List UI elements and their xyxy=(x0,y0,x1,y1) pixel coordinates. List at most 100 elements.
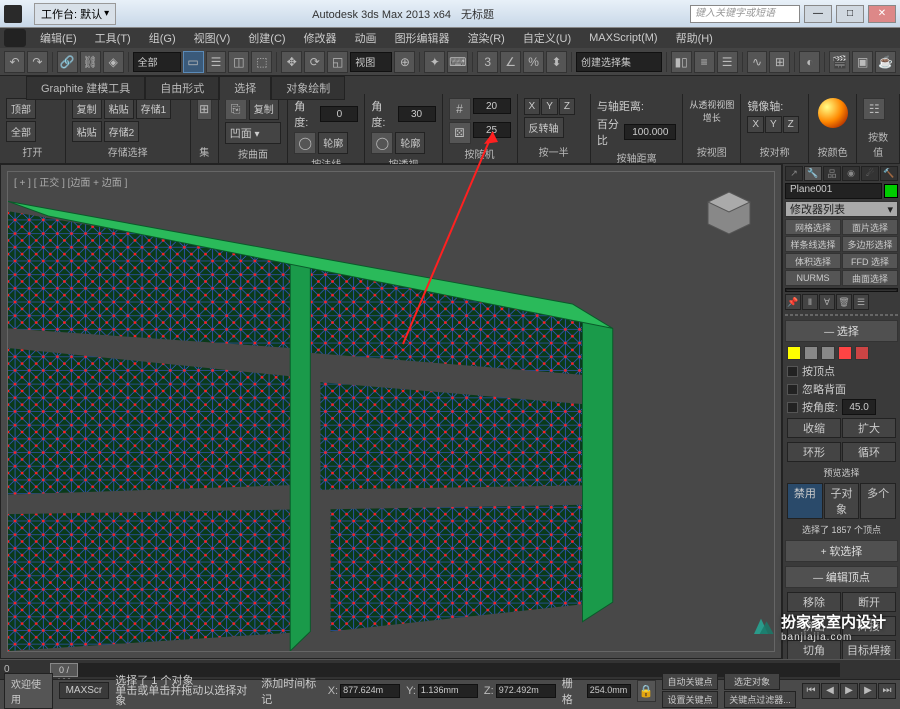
menu-customize[interactable]: 自定义(U) xyxy=(515,28,579,48)
app-icon[interactable] xyxy=(4,5,22,23)
layers-button[interactable]: ☰ xyxy=(717,51,738,73)
menu-rendering[interactable]: 渲染(R) xyxy=(460,28,513,48)
goto-end-icon[interactable]: ⏭ xyxy=(878,683,896,699)
rotate-button[interactable]: ⟳ xyxy=(304,51,325,73)
undo-button[interactable]: ↶ xyxy=(4,51,25,73)
viewport[interactable]: [ + ] [ 正交 ] [边面 + 边面 ] xyxy=(0,164,782,659)
manipulate-button[interactable]: ✦ xyxy=(424,51,445,73)
paste-button[interactable]: 粘贴 xyxy=(104,98,134,119)
store1-button[interactable]: 存储1 xyxy=(136,98,172,119)
snap-button[interactable]: 3 xyxy=(477,51,498,73)
modifier-list-dropdown[interactable]: 修改器列表▾ xyxy=(785,201,898,217)
vol-select-btn[interactable]: 体积选择 xyxy=(785,253,841,269)
workspace-dropdown[interactable]: 工作台: 默认 ▾ xyxy=(34,3,116,25)
render-button[interactable]: ☕ xyxy=(875,51,896,73)
menu-animation[interactable]: 动画 xyxy=(347,28,385,48)
outline2-btn[interactable]: 轮廓 xyxy=(395,132,425,154)
menu-create[interactable]: 创建(C) xyxy=(240,28,293,48)
viewport-label[interactable]: [ + ] [ 正交 ] [边面 + 边面 ] xyxy=(14,174,127,189)
remove-btn[interactable]: 移除 xyxy=(787,592,841,612)
rand-icon[interactable]: ⚄ xyxy=(449,122,471,144)
surface-sel-btn[interactable]: 曲面选择 xyxy=(842,270,898,286)
app-menu-icon[interactable] xyxy=(4,29,26,47)
store2-button[interactable]: 存储2 xyxy=(104,121,140,142)
hierarchy-tab[interactable]: 品 xyxy=(823,166,841,181)
preview-multi-btn[interactable]: 多个 xyxy=(860,483,896,519)
percent-input[interactable] xyxy=(624,124,676,140)
half-x[interactable]: X xyxy=(524,98,541,115)
keyfilter-btn[interactable]: 关键点过滤器... xyxy=(724,691,796,708)
random-input-2[interactable] xyxy=(473,122,511,138)
render-frame-button[interactable]: ▣ xyxy=(852,51,873,73)
goto-start-icon[interactable]: ⏮ xyxy=(802,683,820,699)
setkey-btn[interactable]: 设置关键点 xyxy=(662,691,718,708)
keyboard-button[interactable]: ⌨ xyxy=(447,51,468,73)
selection-filter[interactable]: 全部 xyxy=(133,52,181,72)
angle-snap-button[interactable]: ∠ xyxy=(500,51,521,73)
hash-icon[interactable]: # xyxy=(449,98,471,120)
angle-input-1[interactable] xyxy=(320,106,358,122)
paste2-button[interactable]: 粘贴 xyxy=(72,121,102,142)
weld-btn[interactable]: 焊接 xyxy=(842,616,896,636)
move-button[interactable]: ✥ xyxy=(281,51,302,73)
select-region-button[interactable]: ◫ xyxy=(228,51,249,73)
select-name-button[interactable]: ☰ xyxy=(206,51,227,73)
unique-icon[interactable]: ∀ xyxy=(819,294,835,310)
menu-modifiers[interactable]: 修改器 xyxy=(296,28,345,48)
sym-z[interactable]: Z xyxy=(783,116,799,133)
configure-icon[interactable]: ☰ xyxy=(853,294,869,310)
close-button[interactable]: ✕ xyxy=(868,5,896,23)
editvert-rollout[interactable]: — 编辑顶点 xyxy=(785,566,898,588)
curve-editor-button[interactable]: ∿ xyxy=(747,51,768,73)
unlink-button[interactable]: ⛓ xyxy=(80,51,101,73)
target-weld-btn[interactable]: 目标焊接 xyxy=(842,640,896,660)
ribbon-tab-select[interactable]: 选择 xyxy=(219,76,271,100)
all-button[interactable]: 全部 xyxy=(6,121,36,142)
named-selection-set[interactable]: 创建选择集 xyxy=(576,52,662,72)
border-mode-icon[interactable] xyxy=(821,346,835,360)
material-editor-button[interactable]: ◐ xyxy=(799,51,820,73)
sets-icon[interactable]: ⊞ xyxy=(197,98,212,120)
minimize-button[interactable]: — xyxy=(804,5,832,23)
loop-btn[interactable]: 循环 xyxy=(842,442,896,462)
break-btn[interactable]: 断开 xyxy=(842,592,896,612)
maxscript-tab[interactable]: MAXScr xyxy=(59,682,110,699)
flip-axis-btn[interactable]: 反转轴 xyxy=(524,117,564,138)
time-slider[interactable]: 0 / 100 xyxy=(50,663,78,677)
sym-y[interactable]: Y xyxy=(765,116,782,133)
ribbon-tab-graphite[interactable]: Graphite 建模工具 xyxy=(26,76,145,100)
pivot-button[interactable]: ⊕ xyxy=(394,51,415,73)
play-icon[interactable]: ▶ xyxy=(840,683,858,699)
utilities-tab[interactable]: 🔨 xyxy=(880,166,898,181)
poly-select-btn[interactable]: 多边形选择 xyxy=(842,236,898,252)
softsel-rollout[interactable]: + 软选择 xyxy=(785,540,898,562)
render-setup-button[interactable]: 🎬 xyxy=(829,51,850,73)
menu-group[interactable]: 组(G) xyxy=(141,28,184,48)
remove-mod-icon[interactable]: 🗑 xyxy=(836,294,852,310)
angle-val-input[interactable] xyxy=(842,399,876,415)
vertex-mode-icon[interactable] xyxy=(787,346,801,360)
modify-tab[interactable]: 🔧 xyxy=(804,166,822,181)
percent-snap-button[interactable]: % xyxy=(523,51,544,73)
object-name-input[interactable]: Plane001 xyxy=(785,183,882,199)
ribbon-tab-freeform[interactable]: 自由形式 xyxy=(145,76,219,100)
numeric-icon[interactable]: ☷ xyxy=(863,98,885,120)
top-button[interactable]: 顶部 xyxy=(6,98,36,119)
by-vertex-checkbox[interactable] xyxy=(787,366,798,377)
coord-y[interactable]: 1.136mm xyxy=(418,684,478,698)
object-color-swatch[interactable] xyxy=(884,184,898,198)
grow-btn[interactable]: 扩大 xyxy=(842,418,896,438)
mesh-select-btn[interactable]: 网格选择 xyxy=(785,219,841,235)
edge-mode-icon[interactable] xyxy=(804,346,818,360)
mirror-button[interactable]: ▮▯ xyxy=(671,51,692,73)
color-ball-icon[interactable] xyxy=(818,98,848,128)
chamfer-btn[interactable]: 切角 xyxy=(787,640,841,660)
search-input[interactable]: 键入关键字或短语 xyxy=(690,5,800,23)
preview-off-btn[interactable]: 禁用 xyxy=(787,483,823,519)
sym-x[interactable]: X xyxy=(747,116,764,133)
nurms-btn[interactable]: NURMS xyxy=(785,270,841,286)
outline2-icon[interactable]: ◯ xyxy=(371,132,393,154)
show-end-icon[interactable]: Ⅱ xyxy=(802,294,818,310)
half-y[interactable]: Y xyxy=(541,98,558,115)
menu-maxscript[interactable]: MAXScript(M) xyxy=(581,30,665,46)
